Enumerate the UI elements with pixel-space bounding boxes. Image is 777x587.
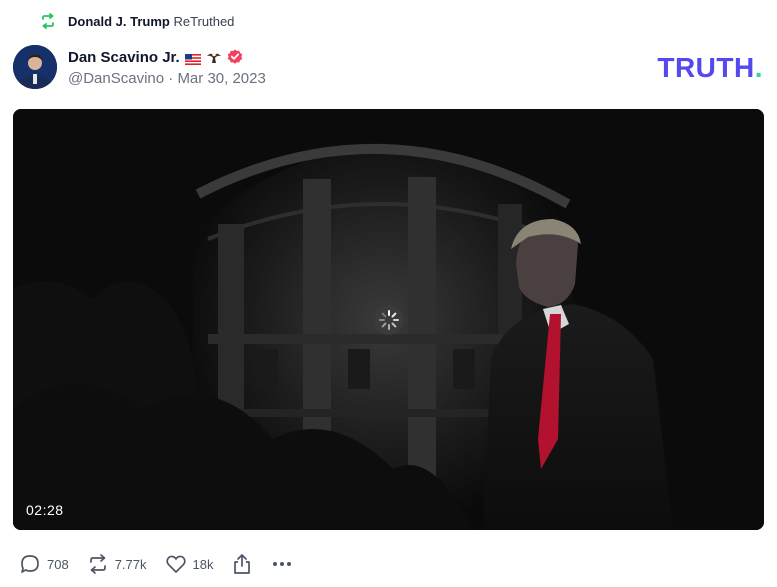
video-duration: 02:28 bbox=[26, 502, 64, 518]
eagle-icon bbox=[206, 50, 222, 64]
speech-bubble-icon bbox=[19, 553, 41, 575]
author-handle-date[interactable]: @DanScavino · Mar 30, 2023 bbox=[68, 70, 266, 87]
retruth-arrows-icon bbox=[87, 553, 109, 575]
avatar[interactable] bbox=[13, 45, 57, 89]
retruth-count: 7.77k bbox=[114, 556, 147, 572]
retruth-user-link[interactable]: Donald J. Trump bbox=[68, 14, 170, 29]
like-count: 18k bbox=[192, 556, 214, 572]
video-player[interactable]: 02:28 bbox=[13, 109, 764, 530]
ellipsis-icon bbox=[271, 553, 293, 575]
verified-badge-icon bbox=[227, 49, 243, 65]
truth-logo-text: TRUTH bbox=[657, 52, 755, 83]
like-button[interactable]: 18k bbox=[165, 553, 214, 575]
post-author: Dan Scavino Jr. @DanScavino · Mar 30, 20… bbox=[68, 46, 266, 88]
author-name[interactable]: Dan Scavino Jr. bbox=[68, 49, 180, 66]
more-options-button[interactable] bbox=[271, 553, 293, 575]
reply-count: 708 bbox=[47, 556, 69, 572]
truth-logo[interactable]: TRUTH. bbox=[657, 54, 763, 82]
retruth-arrows-icon bbox=[40, 13, 56, 29]
retruth-button[interactable]: 7.77k bbox=[87, 553, 147, 575]
reply-button[interactable]: 708 bbox=[19, 553, 69, 575]
retruth-indicator: Donald J. Trump ReTruthed bbox=[40, 11, 234, 31]
share-upload-icon bbox=[231, 553, 253, 575]
post-action-bar: 708 7.77k 18k bbox=[19, 552, 311, 576]
heart-icon bbox=[165, 553, 187, 575]
retruth-label: ReTruthed bbox=[173, 13, 235, 29]
truth-logo-dot: . bbox=[754, 52, 763, 83]
us-flag-icon bbox=[184, 52, 201, 65]
share-button[interactable] bbox=[231, 553, 253, 575]
loading-spinner-icon bbox=[374, 305, 404, 335]
